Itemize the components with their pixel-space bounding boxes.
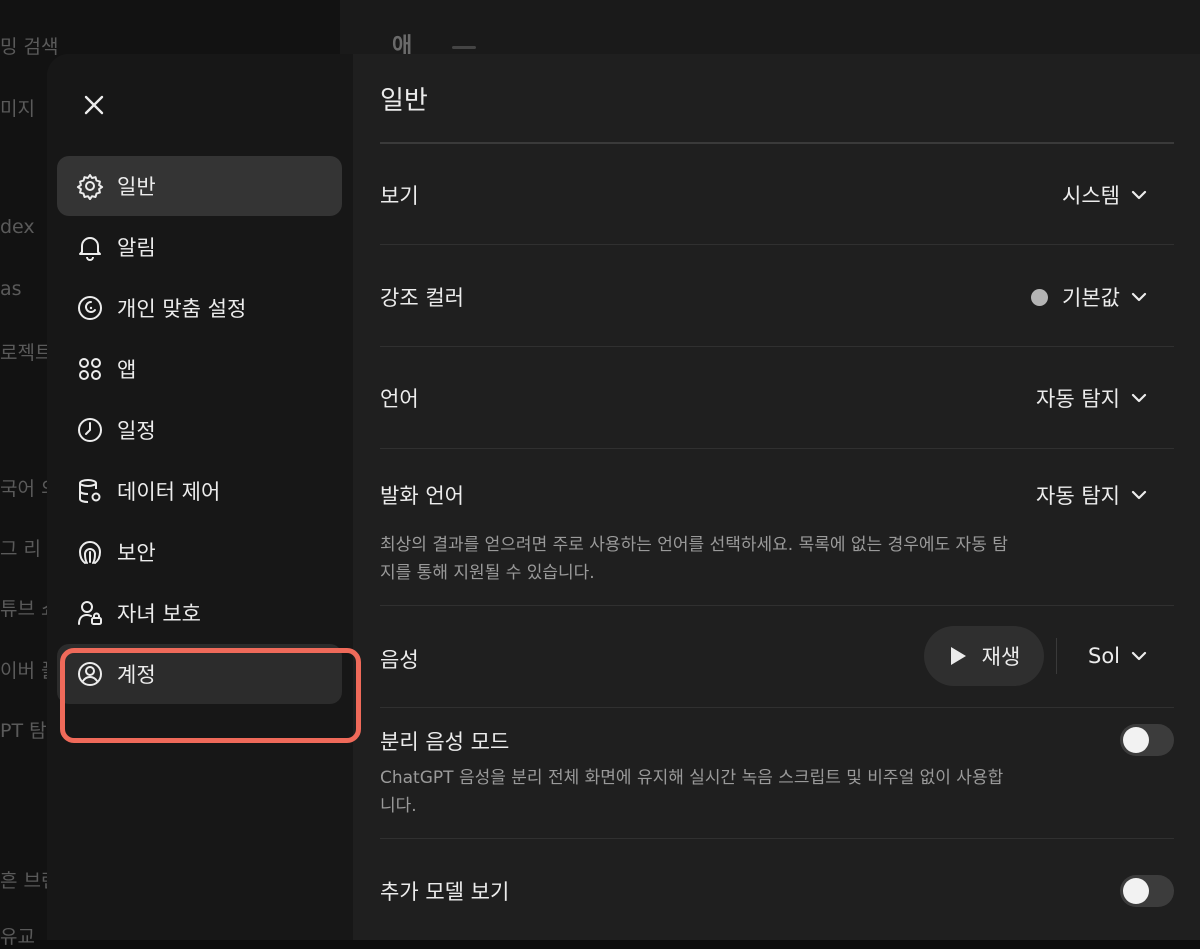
- setting-description: 최상의 결과를 얻으려면 주로 사용하는 언어를 선택하세요. 목록에 없는 경…: [380, 531, 1100, 587]
- spoken-language-dropdown[interactable]: 자동 탐지: [1036, 480, 1148, 510]
- settings-modal: 일반 알림 개인 맞춤 설정 앱 일정 데이터 제어 보안 자녀 보호 계정 일…: [47, 54, 1200, 940]
- voice-separator: [1056, 638, 1057, 674]
- dropdown-value: 시스템: [1062, 184, 1120, 208]
- page-title: 일반: [380, 86, 428, 116]
- nav-item-label: 자녀 보호: [117, 602, 201, 626]
- setting-description: ChatGPT 음성을 분리 전체 화면에 유지해 실시간 녹음 스크립트 및 …: [380, 764, 1100, 820]
- parental-control-icon: [76, 599, 104, 627]
- background-sidebar-text: as: [0, 278, 22, 300]
- setting-row-appearance: 보기 시스템: [380, 144, 1174, 245]
- personalization-icon: [76, 294, 104, 322]
- setting-label: 분리 음성 모드: [380, 730, 510, 754]
- background-sidebar-text: dex: [0, 216, 35, 238]
- voice-dropdown[interactable]: Sol: [1088, 644, 1148, 668]
- chevron-down-icon: [1131, 292, 1147, 302]
- nav-item-security[interactable]: 보안: [57, 522, 342, 582]
- chevron-down-icon: [1131, 490, 1147, 500]
- description-line: ChatGPT 음성을 분리 전체 화면에 유지해 실시간 녹음 스크립트 및 …: [380, 768, 1004, 788]
- appearance-dropdown[interactable]: 시스템: [1062, 180, 1148, 210]
- nav-item-label: 개인 맞춤 설정: [117, 297, 247, 321]
- close-icon: [84, 95, 104, 115]
- description-line: 최상의 결과를 얻으려면 주로 사용하는 언어를 선택하세요. 목록에 없는 경…: [380, 535, 1008, 555]
- separate-voice-toggle[interactable]: [1120, 724, 1174, 756]
- nav-item-label: 데이터 제어: [117, 480, 221, 504]
- accent-color-swatch: [1031, 288, 1049, 306]
- nav-item-apps[interactable]: 앱: [57, 339, 342, 399]
- background-divider: [452, 46, 476, 49]
- nav-item-parental-controls[interactable]: 자녀 보호: [57, 583, 342, 643]
- accent-color-dropdown[interactable]: 기본값: [1031, 282, 1148, 312]
- play-label: 재생: [981, 645, 1021, 669]
- toggle-knob: [1123, 727, 1149, 753]
- description-line: 니다.: [380, 796, 417, 816]
- setting-row-accent-color: 강조 컬러 기본값: [380, 245, 1174, 347]
- more-models-toggle[interactable]: [1120, 875, 1174, 907]
- nav-item-label: 일정: [117, 419, 156, 443]
- dropdown-value: 자동 탐지: [1036, 484, 1120, 508]
- dropdown-value: 기본값: [1062, 286, 1120, 310]
- nav-item-label: 알림: [117, 236, 156, 260]
- setting-label: 강조 컬러: [380, 286, 464, 310]
- description-line: 지를 통해 지원될 수 있습니다.: [380, 563, 595, 583]
- setting-row-spoken-language: 발화 언어 자동 탐지 최상의 결과를 얻으려면 주로 사용하는 언어를 선택하…: [380, 449, 1174, 606]
- nav-item-label: 계정: [117, 663, 156, 687]
- background-sidebar-text: 로젝트: [0, 342, 53, 364]
- nav-item-account[interactable]: 계정: [57, 644, 342, 704]
- background-sidebar-text: PT 탐: [0, 720, 47, 742]
- play-icon: [950, 647, 966, 665]
- settings-nav: 일반 알림 개인 맞춤 설정 앱 일정 데이터 제어 보안 자녀 보호 계정: [47, 54, 353, 940]
- setting-label: 추가 모델 보기: [380, 880, 510, 904]
- background-sidebar-text: 미지: [0, 98, 35, 120]
- dropdown-value: Sol: [1087, 644, 1120, 668]
- security-icon: [76, 538, 104, 566]
- nav-item-notifications[interactable]: 알림: [57, 217, 342, 277]
- database-gear-icon: [76, 477, 104, 505]
- setting-label: 보기: [380, 184, 419, 208]
- nav-item-general[interactable]: 일반: [57, 156, 342, 216]
- background-sidebar-text: 유교: [0, 926, 35, 948]
- nav-item-label: 앱: [117, 358, 137, 382]
- setting-row-language: 언어 자동 탐지: [380, 347, 1174, 449]
- settings-nav-list: 일반 알림 개인 맞춤 설정 앱 일정 데이터 제어 보안 자녀 보호 계정: [57, 156, 342, 705]
- bell-icon: [76, 233, 104, 261]
- apps-grid-icon: [76, 355, 104, 383]
- setting-row-more-models: 추가 모델 보기: [380, 839, 1174, 940]
- close-button[interactable]: [77, 88, 111, 122]
- language-dropdown[interactable]: 자동 탐지: [1036, 383, 1148, 413]
- nav-item-personalization[interactable]: 개인 맞춤 설정: [57, 278, 342, 338]
- nav-item-schedule[interactable]: 일정: [57, 400, 342, 460]
- nav-item-label: 일반: [117, 175, 156, 199]
- play-voice-button[interactable]: 재생: [924, 626, 1044, 686]
- gear-icon: [76, 172, 104, 200]
- chevron-down-icon: [1131, 651, 1147, 661]
- setting-row-separate-voice-mode: 분리 음성 모드 ChatGPT 음성을 분리 전체 화면에 유지해 실시간 녹…: [380, 708, 1174, 839]
- setting-label: 발화 언어: [380, 484, 464, 508]
- nav-item-data-controls[interactable]: 데이터 제어: [57, 461, 342, 521]
- clock-icon: [76, 416, 104, 444]
- setting-label: 언어: [380, 387, 419, 411]
- background-sidebar-text: 그 리: [0, 538, 41, 560]
- chevron-down-icon: [1131, 393, 1147, 403]
- setting-label: 음성: [380, 648, 419, 672]
- chevron-down-icon: [1131, 190, 1147, 200]
- toggle-knob: [1123, 878, 1149, 904]
- dropdown-value: 자동 탐지: [1036, 387, 1120, 411]
- account-circle-icon: [76, 660, 104, 688]
- nav-item-label: 보안: [117, 541, 156, 565]
- setting-row-voice: 음성 재생 Sol: [380, 606, 1174, 708]
